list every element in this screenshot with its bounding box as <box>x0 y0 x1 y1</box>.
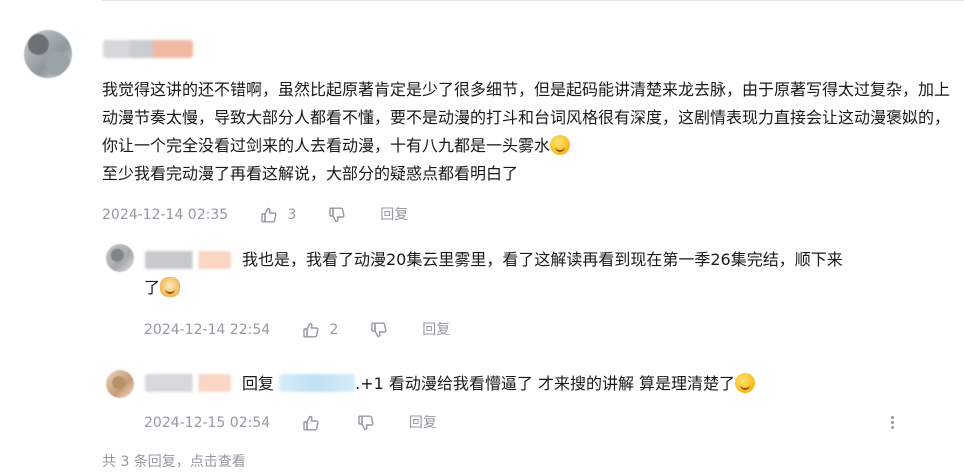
like-count: 3 <box>287 207 297 223</box>
comment-meta: 2024-12-14 02:35 3 回复 <box>102 205 408 225</box>
reply-meta: 2024-12-15 02:54 回复 <box>144 413 437 433</box>
reply-summary: 共 3 条回复，点击查看 <box>102 452 246 472</box>
laughing-emoji-icon <box>735 373 756 393</box>
reply-count-text: 共 3 条回复， <box>102 454 190 470</box>
thumbs-up-icon[interactable] <box>301 413 321 433</box>
reply-time: 2024-12-15 02:54 <box>144 415 271 431</box>
reply-text: 回复 .+1 看动漫给我看懵逼了 才来搜的讲解 算是理清楚了 <box>242 370 942 398</box>
comment-body-tail: 至少我看完动漫了再看这解说，大部分的疑惑点都看明白了 <box>102 164 519 183</box>
doge-emoji-icon <box>160 277 181 297</box>
reply-meta: 2024-12-14 22:54 2 回复 <box>144 320 450 340</box>
comment-time: 2024-12-14 02:35 <box>102 207 229 223</box>
thumbs-up-icon[interactable] <box>259 205 279 225</box>
reply-button[interactable]: 回复 <box>422 320 450 340</box>
reply-time: 2024-12-14 22:54 <box>144 322 271 338</box>
thumbs-down-icon[interactable] <box>356 413 376 433</box>
reply-body: 我也是，我看了动漫20集云里雾里，看了这解读再看到现在第一季26集完结，顺下来 <box>242 250 843 269</box>
reply-button[interactable]: 回复 <box>380 205 408 225</box>
reply-body: .+1 看动漫给我看懵逼了 才来搜的讲解 算是理清楚了 <box>355 374 736 393</box>
like-count: 2 <box>329 322 339 338</box>
reply-button[interactable]: 回复 <box>409 413 437 433</box>
avatar[interactable] <box>24 30 72 78</box>
mention-redacted[interactable] <box>279 374 356 392</box>
top-divider <box>102 0 964 1</box>
username-redacted[interactable] <box>145 374 231 392</box>
thumbs-down-icon[interactable] <box>369 320 389 340</box>
more-vertical-icon[interactable] <box>888 414 896 432</box>
shy-emoji-icon <box>550 135 571 155</box>
avatar[interactable] <box>106 244 134 272</box>
reply-body-tail: 了 <box>144 278 161 297</box>
thumbs-up-icon[interactable] <box>301 320 321 340</box>
avatar[interactable] <box>106 370 134 398</box>
username-redacted[interactable] <box>103 40 193 58</box>
view-replies-link[interactable]: 点击查看 <box>190 454 246 470</box>
comment-text: 我觉得这讲的还不错啊，虽然比起原著肯定是少了很多细节，但是起码能讲清楚来龙去脉，… <box>102 76 954 188</box>
reply-prefix: 回复 <box>242 374 275 393</box>
reply-text: 我也是，我看了动漫20集云里雾里，看了这解读再看到现在第一季26集完结，顺下来 … <box>144 246 944 302</box>
thumbs-down-icon[interactable] <box>327 205 347 225</box>
comment-body: 我觉得这讲的还不错啊，虽然比起原著肯定是少了很多细节，但是起码能讲清楚来龙去脉，… <box>102 80 951 155</box>
